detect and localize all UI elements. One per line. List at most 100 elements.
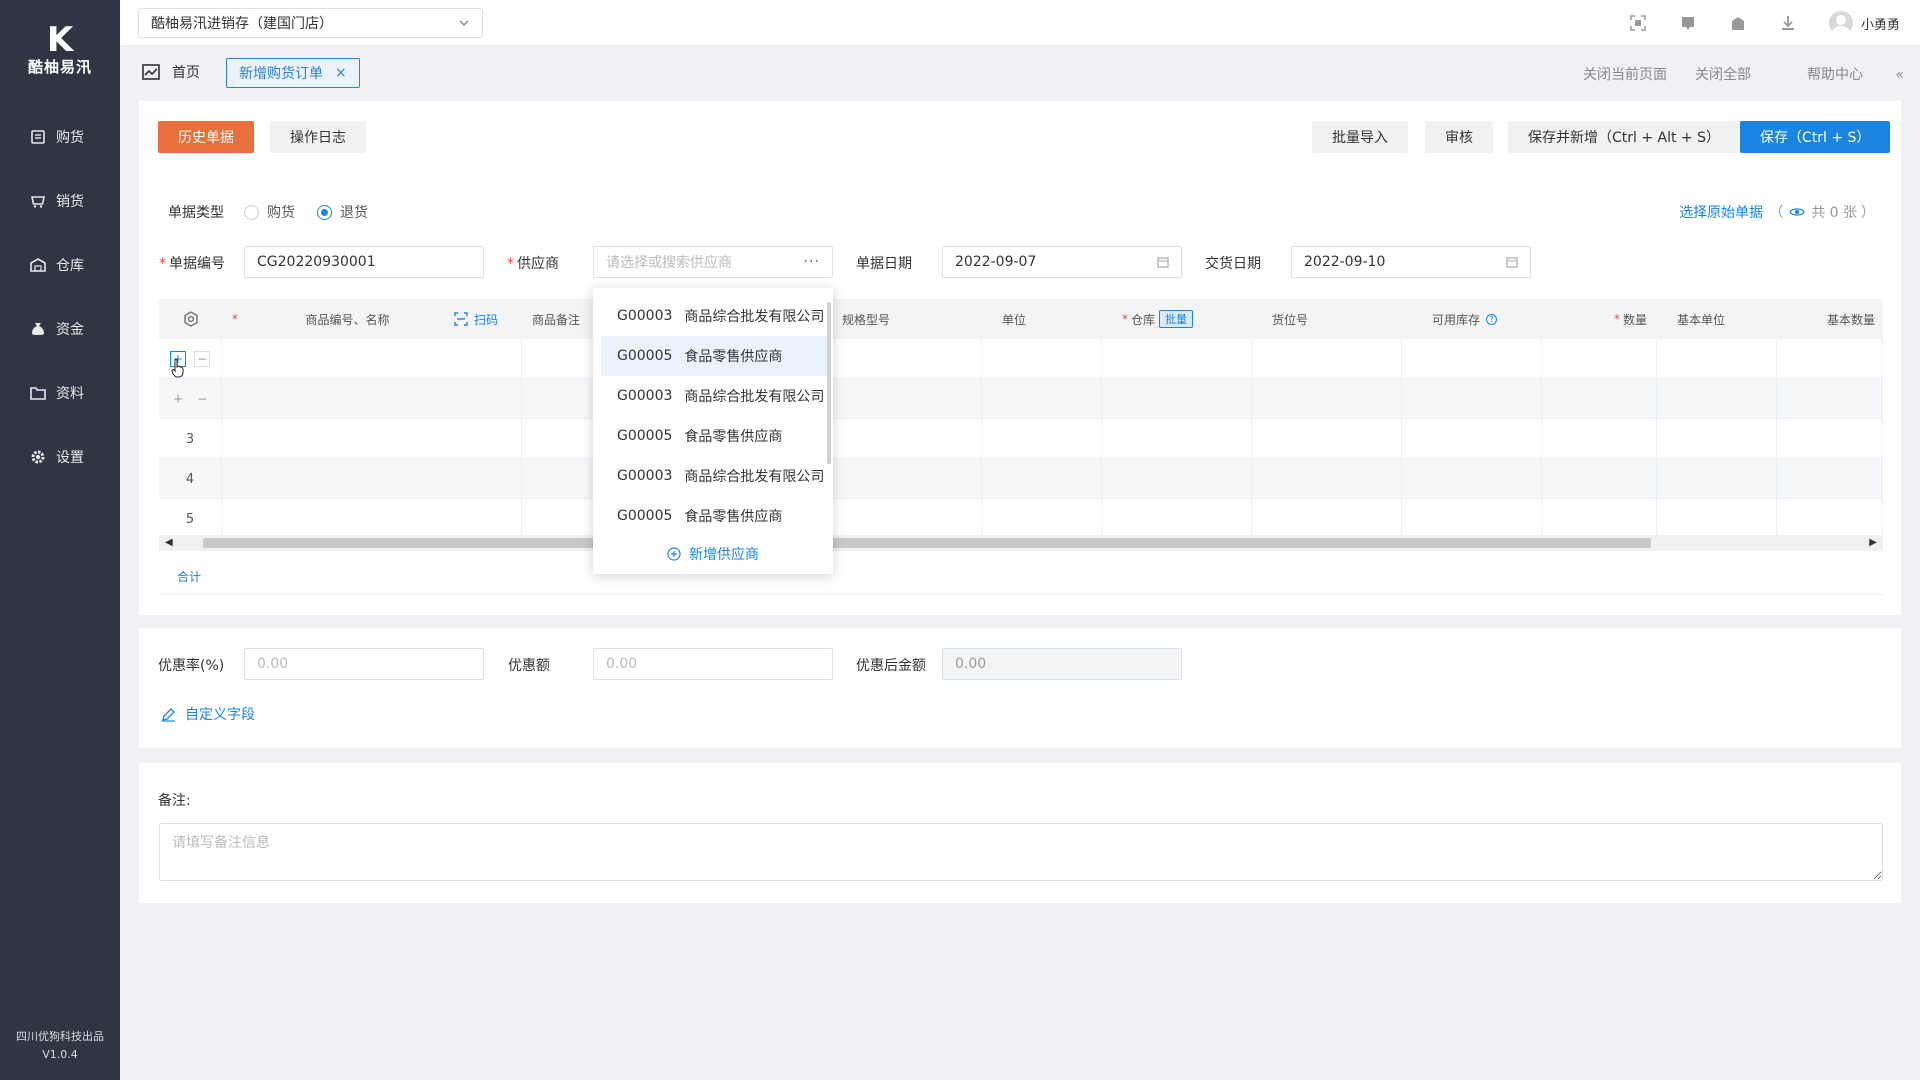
radio-return[interactable]: 退货 (317, 202, 368, 222)
help-icon[interactable]: ? (1486, 313, 1498, 325)
custom-field-button[interactable]: 自定义字段 (161, 704, 255, 724)
batch-import-button[interactable]: 批量导入 (1312, 121, 1408, 153)
scroll-right-icon[interactable]: ▶ (1869, 537, 1877, 548)
warehouse-cell[interactable] (1102, 379, 1252, 419)
select-original-doc[interactable]: 选择原始单据 （ 共 0 张 ） (1679, 202, 1875, 222)
location-cell[interactable] (1252, 339, 1402, 379)
discount-amount-input[interactable]: 0.00 (593, 648, 833, 680)
location-cell[interactable] (1252, 379, 1402, 419)
warehouse-cell[interactable] (1102, 459, 1252, 499)
help-center-button[interactable]: 帮助中心 « (1779, 64, 1904, 84)
column-settings[interactable] (159, 299, 222, 339)
user-menu[interactable]: 小勇勇 (1828, 11, 1900, 35)
more-icon[interactable]: ··· (804, 254, 820, 270)
remove-row-button[interactable]: − (194, 391, 210, 407)
supplier-input[interactable]: 请选择或搜索供应商 ··· (593, 246, 833, 278)
tab-new-purchase-order[interactable]: 新增购货订单 × (226, 58, 360, 88)
supplier-option[interactable]: G00005 食品零售供应商 (601, 336, 827, 376)
warehouse-cell[interactable] (1102, 339, 1252, 379)
supplier-name: 商品综合批发有限公司 (684, 389, 825, 405)
supplier-code: G00003 (617, 468, 673, 484)
goods-cell[interactable] (222, 459, 522, 499)
qty-cell[interactable] (1542, 459, 1657, 499)
supplier-code: G00005 (617, 508, 673, 524)
add-row-button[interactable]: + (170, 391, 186, 407)
help-center-label: 帮助中心 (1806, 67, 1863, 83)
col-spec: 规格型号 (832, 299, 982, 339)
location-cell[interactable] (1252, 499, 1402, 539)
table-total-row: 合计 (159, 559, 1883, 595)
sidebar-item-data[interactable]: 资料 (0, 373, 120, 413)
scan-button[interactable]: 扫码 (454, 311, 498, 328)
operation-log-button[interactable]: 操作日志 (270, 121, 366, 153)
qty-cell[interactable] (1542, 419, 1657, 459)
sidebar-item-settings[interactable]: 设置 (0, 437, 120, 477)
dropdown-scrollbar[interactable] (827, 302, 831, 464)
scan-icon (454, 312, 468, 326)
sidebar-item-warehouse[interactable]: 仓库 (0, 245, 120, 285)
unit-cell[interactable] (982, 499, 1102, 539)
unit-cell[interactable] (982, 459, 1102, 499)
warehouse-icon (30, 258, 46, 272)
scroll-thumb[interactable] (203, 538, 1651, 548)
unit-cell[interactable] (982, 379, 1102, 419)
audit-button[interactable]: 审核 (1425, 121, 1493, 153)
fullscreen-icon[interactable] (1629, 14, 1647, 32)
spec-cell (832, 419, 982, 459)
supplier-placeholder: 请选择或搜索供应商 (606, 255, 732, 271)
goods-cell[interactable] (222, 379, 522, 419)
col-location: 货位号 (1252, 299, 1402, 339)
supplier-code: G00003 (617, 308, 673, 324)
unit-cell[interactable] (982, 339, 1102, 379)
row-number: 4 (159, 459, 222, 499)
store-icon[interactable] (1729, 14, 1747, 32)
radio-purchase[interactable]: 购货 (244, 202, 295, 222)
sidebar-item-money[interactable]: 资金 (0, 309, 120, 349)
batch-button[interactable]: 批量 (1159, 310, 1194, 328)
table-row: 3 (159, 419, 1883, 459)
supplier-option[interactable]: G00003 商品综合批发有限公司 (601, 296, 827, 336)
discount-rate-input[interactable]: 0.00 (244, 648, 484, 680)
tab-home[interactable]: 首页 (142, 62, 200, 82)
gear-icon (31, 450, 45, 464)
stock-cell (1402, 419, 1542, 459)
scroll-left-icon[interactable]: ◀ (165, 537, 173, 548)
order-date-input[interactable]: 2022-09-07 (942, 246, 1182, 278)
add-supplier-button[interactable]: 新增供应商 (593, 544, 833, 564)
warehouse-cell[interactable] (1102, 499, 1252, 539)
remove-row-button[interactable]: − (194, 351, 210, 367)
supplier-option[interactable]: G00003 商品综合批发有限公司 (601, 456, 827, 496)
location-cell[interactable] (1252, 419, 1402, 459)
close-current-button[interactable]: 关闭当前页面 (1583, 64, 1667, 84)
save-and-new-button[interactable]: 保存并新增（Ctrl + Alt + S） (1508, 121, 1741, 153)
base-qty-cell (1777, 379, 1883, 419)
qty-cell[interactable] (1542, 499, 1657, 539)
store-select[interactable]: 酷柚易汛进销存（建国门店） (138, 8, 483, 38)
message-icon[interactable] (1679, 14, 1697, 32)
unit-cell[interactable] (982, 419, 1102, 459)
supplier-option[interactable]: G00003 商品综合批发有限公司 (601, 376, 827, 416)
goods-cell[interactable] (222, 499, 522, 539)
history-button[interactable]: 历史单据 (158, 121, 254, 153)
qty-cell[interactable] (1542, 379, 1657, 419)
supplier-option[interactable]: G00005 食品零售供应商 (601, 496, 827, 536)
sidebar-item-purchase[interactable]: 购货 (0, 117, 120, 157)
sidebar-item-sales[interactable]: 销货 (0, 181, 120, 221)
close-all-button[interactable]: 关闭全部 (1695, 64, 1751, 84)
delivery-date-input[interactable]: 2022-09-10 (1291, 246, 1531, 278)
goods-cell[interactable] (222, 339, 522, 379)
table-horizontal-scrollbar[interactable]: ◀ ▶ (159, 535, 1883, 551)
download-icon[interactable] (1779, 14, 1797, 32)
location-cell[interactable] (1252, 459, 1402, 499)
sidebar-item-label: 购货 (56, 130, 84, 146)
save-button[interactable]: 保存（Ctrl + S） (1740, 121, 1891, 153)
qty-cell[interactable] (1542, 339, 1657, 379)
supplier-option[interactable]: G00005 食品零售供应商 (601, 416, 827, 456)
order-no-input[interactable]: CG20220930001 (244, 246, 484, 278)
table-row: + − (159, 339, 1883, 379)
close-icon[interactable]: × (335, 65, 347, 81)
remark-textarea[interactable] (159, 823, 1883, 881)
col-stock: 可用库存 ? (1402, 299, 1542, 339)
goods-cell[interactable] (222, 419, 522, 459)
warehouse-cell[interactable] (1102, 419, 1252, 459)
